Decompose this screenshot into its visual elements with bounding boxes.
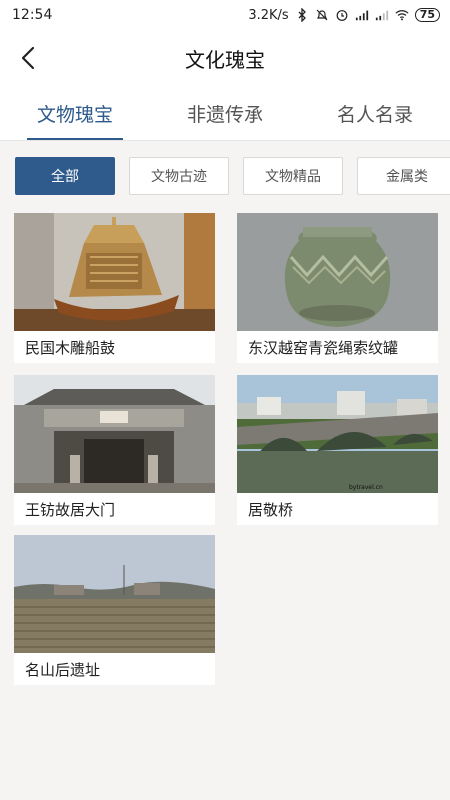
relic-card[interactable]: 王钫故居大门: [14, 375, 215, 525]
battery-icon: 75: [414, 8, 440, 22]
back-button[interactable]: [10, 40, 46, 76]
alarm-icon: [336, 10, 348, 21]
status-time: 12:54: [12, 7, 53, 23]
status-bar: 12:54 3.2K/s 75: [0, 0, 450, 30]
filter-metal[interactable]: 金属类: [357, 157, 450, 195]
relic-title: 居敬桥: [248, 500, 294, 519]
field-site-image: [14, 535, 215, 653]
chevron-left-icon: [21, 46, 35, 70]
relic-title: 王钫故居大门: [25, 500, 116, 519]
status-icons: 3.2K/s 75: [248, 8, 440, 23]
tab-celebrities[interactable]: 名人名录: [300, 86, 450, 140]
tab-cultural-relics[interactable]: 文物瑰宝: [0, 86, 150, 140]
relic-card[interactable]: 东汉越窑青瓷绳索纹罐: [237, 213, 438, 363]
hd-signal-icon: [355, 10, 368, 21]
filter-all[interactable]: 全部: [15, 157, 115, 195]
carved-boat-drum-image: [14, 213, 215, 331]
arch-bridge-image: bytravel.cn: [237, 375, 438, 493]
signal-icon: [375, 10, 388, 21]
app-header: 文化瑰宝: [0, 30, 450, 86]
mute-icon: [316, 9, 328, 21]
relic-card[interactable]: bytravel.cn 居敬桥: [237, 375, 438, 525]
filter-fine-relics[interactable]: 文物精品: [243, 157, 343, 195]
relic-title: 东汉越窑青瓷绳索纹罐: [248, 338, 399, 357]
relic-card[interactable]: 名山后遗址: [14, 535, 215, 685]
relic-card[interactable]: 民国木雕船鼓: [14, 213, 215, 363]
filter-historic-sites[interactable]: 文物古迹: [129, 157, 229, 195]
residence-gate-image: [14, 375, 215, 493]
relic-title: 名山后遗址: [25, 660, 101, 679]
bluetooth-icon: [298, 8, 306, 22]
page-title: 文化瑰宝: [185, 47, 265, 72]
tab-intangible-heritage[interactable]: 非遗传承: [150, 86, 300, 140]
wifi-icon: [395, 10, 409, 21]
watermark-text: bytravel.cn: [349, 484, 383, 491]
net-speed: 3.2K/s: [248, 7, 289, 23]
relic-title: 民国木雕船鼓: [25, 338, 116, 357]
celadon-jar-image: [237, 213, 438, 331]
filter-chips: 全部 文物古迹 文物精品 金属类: [15, 157, 450, 195]
category-tabs: 文物瑰宝 非遗传承 名人名录: [0, 86, 450, 141]
